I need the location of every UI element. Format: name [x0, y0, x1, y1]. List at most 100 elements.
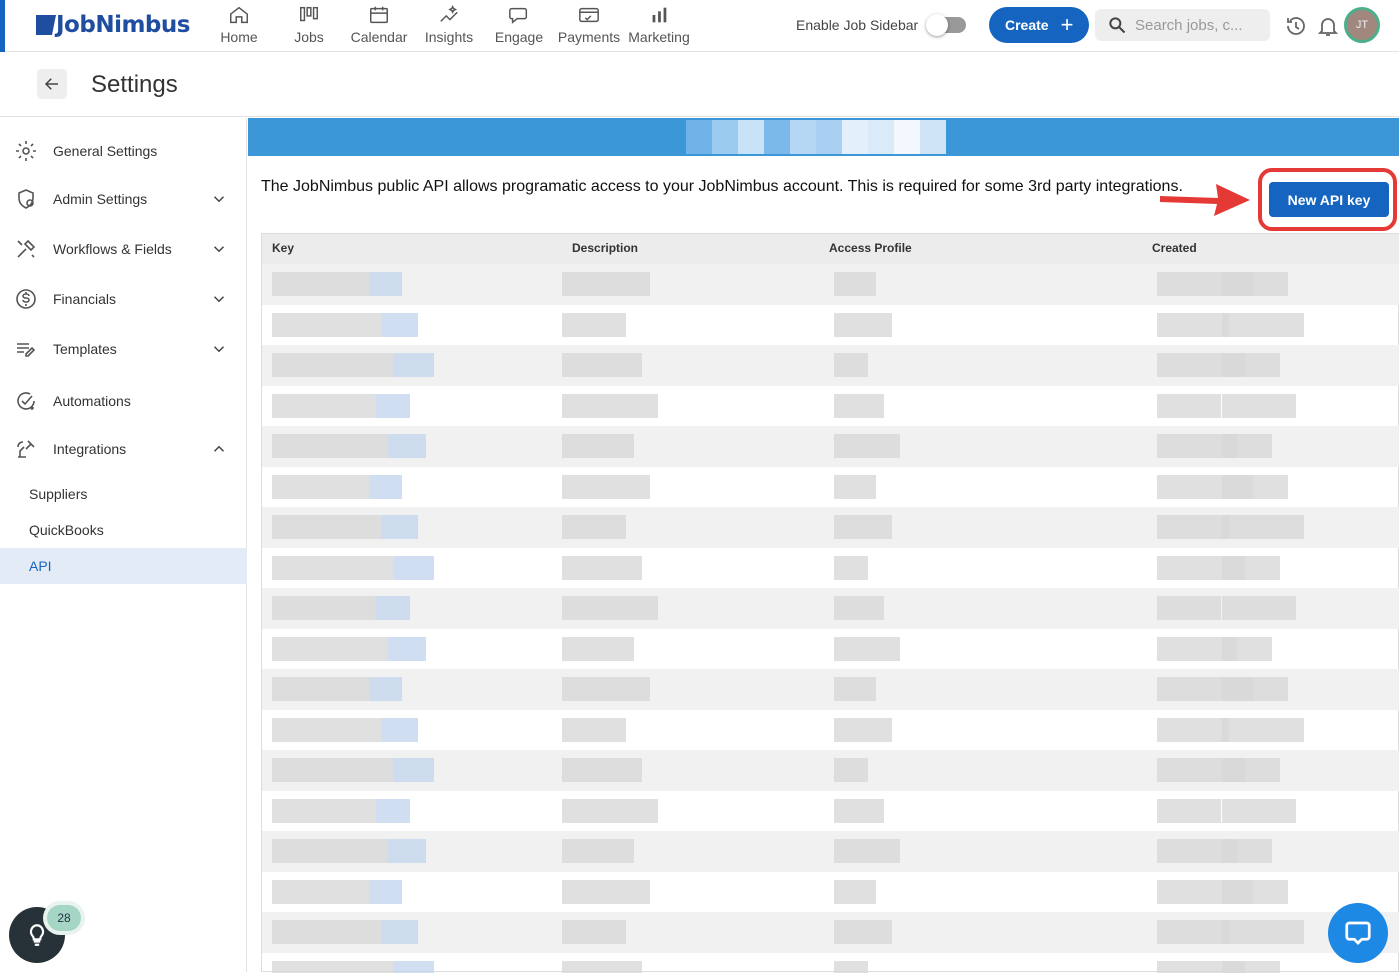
redacted-cell — [834, 718, 892, 742]
nav-marketing[interactable]: Marketing — [627, 4, 691, 48]
sidebar-subitem-api[interactable]: API — [0, 548, 247, 584]
sidebar-item-financials[interactable]: Financials — [0, 277, 247, 321]
table-row[interactable] — [262, 831, 1399, 872]
redacted-cell — [1222, 799, 1296, 823]
nav-jobs[interactable]: Jobs — [289, 4, 329, 48]
table-row[interactable] — [262, 629, 1399, 670]
redacted-cell — [562, 394, 658, 418]
redacted-cell — [834, 677, 876, 701]
engage-icon — [508, 4, 530, 26]
search-icon — [1107, 15, 1127, 35]
table-row[interactable] — [262, 548, 1399, 589]
nav-calendar-label: Calendar — [351, 29, 408, 45]
nav-payments[interactable]: Payments — [556, 4, 622, 48]
sidebar-item-general-settings[interactable]: General Settings — [0, 129, 247, 173]
redacted-cell — [272, 920, 418, 944]
nav-engage[interactable]: Engage — [493, 4, 545, 48]
api-description: The JobNimbus public API allows programa… — [261, 178, 1241, 196]
tools-icon — [14, 237, 38, 261]
help-badge-count: 28 — [47, 905, 81, 931]
table-row[interactable] — [262, 588, 1399, 629]
api-keys-table: Key Description Access Profile Created — [261, 233, 1399, 972]
chevron-down-icon — [210, 190, 228, 208]
table-row[interactable] — [262, 264, 1399, 305]
sidebar-item-label: Financials — [53, 291, 116, 307]
toggle-knob — [926, 14, 948, 36]
nav-calendar[interactable]: Calendar — [349, 4, 409, 48]
redacted-cell — [272, 272, 402, 296]
redacted-cell — [834, 839, 900, 863]
table-row[interactable] — [262, 386, 1399, 427]
redacted-cell — [562, 272, 650, 296]
sidebar-item-label: Templates — [53, 341, 117, 357]
history-icon[interactable] — [1284, 14, 1308, 38]
redacted-cell — [1222, 677, 1288, 701]
search-input[interactable]: Search jobs, c... — [1095, 9, 1270, 41]
redacted-cell — [272, 313, 418, 337]
sidebar-item-automations[interactable]: Automations — [0, 379, 247, 423]
sidebar-item-integrations[interactable]: Integrations — [0, 427, 247, 471]
redacted-cell — [1222, 920, 1304, 944]
jobnimbus-logo[interactable]: JobNimbus — [36, 9, 190, 41]
create-button[interactable]: Create+ — [989, 7, 1089, 43]
nav-engage-label: Engage — [495, 29, 543, 45]
nav-insights[interactable]: Insights — [421, 4, 477, 48]
gear-icon — [14, 139, 38, 163]
user-avatar[interactable]: JT — [1344, 7, 1380, 43]
sidebar-item-workflows-fields[interactable]: Workflows & Fields — [0, 227, 247, 271]
job-sidebar-toggle[interactable] — [928, 17, 966, 33]
redacted-cell — [1222, 880, 1288, 904]
redacted-cell — [272, 434, 426, 458]
dollar-icon — [14, 287, 38, 311]
redacted-cell — [834, 434, 900, 458]
table-header: Key Description Access Profile Created — [262, 234, 1399, 264]
redacted-cell — [834, 880, 876, 904]
sidebar-subitem-quickbooks[interactable]: QuickBooks — [0, 512, 247, 548]
table-row[interactable] — [262, 710, 1399, 751]
table-row[interactable] — [262, 467, 1399, 508]
redacted-cell — [1222, 961, 1280, 973]
sidebar-item-templates[interactable]: Templates — [0, 327, 247, 371]
account-banner — [248, 118, 1399, 156]
sidebar-item-label: Admin Settings — [53, 191, 147, 207]
redacted-cell — [834, 758, 868, 782]
table-row[interactable] — [262, 669, 1399, 710]
table-row[interactable] — [262, 345, 1399, 386]
payments-icon — [578, 4, 600, 26]
redacted-cell — [834, 515, 892, 539]
table-row[interactable] — [262, 750, 1399, 791]
chat-support-button[interactable] — [1328, 903, 1388, 963]
redacted-cell — [272, 475, 402, 499]
admin-shield-icon — [14, 187, 38, 211]
redacted-cell — [834, 961, 868, 973]
table-row[interactable] — [262, 953, 1399, 973]
page-title: Settings — [91, 71, 178, 99]
search-placeholder: Search jobs, c... — [1135, 17, 1243, 34]
redacted-cell — [1157, 799, 1221, 823]
redacted-cell — [272, 758, 434, 782]
sidebar-item-admin-settings[interactable]: Admin Settings — [0, 177, 247, 221]
settings-sidebar: General Settings Admin Settings Workflow… — [0, 118, 247, 972]
table-row[interactable] — [262, 507, 1399, 548]
redacted-cell — [1222, 475, 1288, 499]
top-navigation-bar: JobNimbus Home Jobs Calendar Insights En… — [0, 0, 1399, 52]
notifications-bell-icon[interactable] — [1316, 14, 1340, 38]
column-header-description: Description — [572, 241, 638, 255]
chevron-down-icon — [210, 290, 228, 308]
table-row[interactable] — [262, 791, 1399, 832]
redacted-cell — [1157, 394, 1221, 418]
redacted-cell — [834, 353, 868, 377]
sidebar-subitem-suppliers[interactable]: Suppliers — [0, 476, 247, 512]
create-button-label: Create — [1005, 17, 1049, 33]
integrations-icon — [14, 437, 38, 461]
back-button[interactable] — [37, 69, 67, 99]
table-row[interactable] — [262, 872, 1399, 913]
job-sidebar-toggle-label: Enable Job Sidebar — [796, 17, 918, 33]
table-row[interactable] — [262, 426, 1399, 467]
redacted-cell — [1157, 515, 1229, 539]
table-row[interactable] — [262, 912, 1399, 953]
nav-home[interactable]: Home — [219, 4, 259, 48]
lightbulb-icon — [24, 922, 50, 948]
table-row[interactable] — [262, 305, 1399, 346]
new-api-key-button[interactable]: New API key — [1269, 182, 1389, 217]
